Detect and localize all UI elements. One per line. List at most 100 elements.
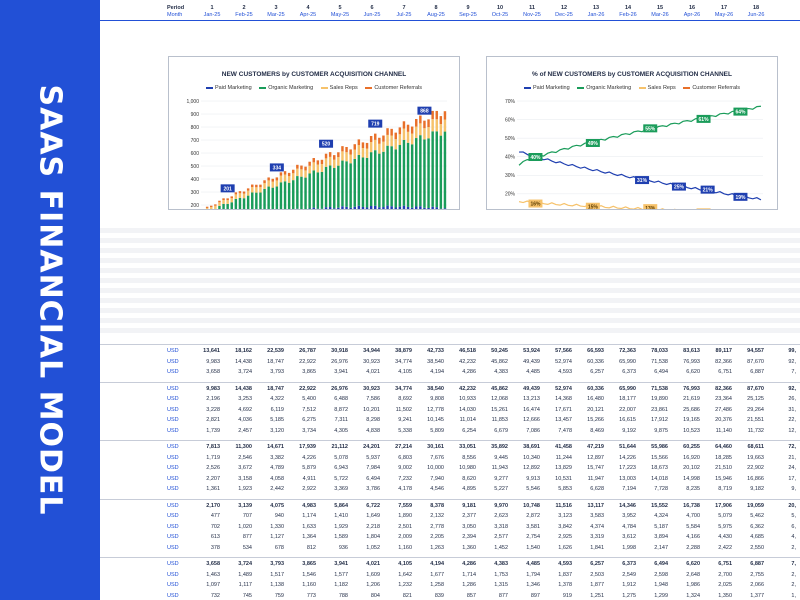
bar-segment-paid [415,206,418,209]
bar-segment-referrals [419,115,422,124]
bar-segment-referrals [259,184,262,188]
bar-segment-organic [427,138,430,208]
series-line-organic [518,105,762,166]
bar-segment-sales [410,133,414,145]
model-title: SAAS FINANCIAL MODEL [32,84,68,516]
data-label: 55% [645,126,656,132]
bar-segment-paid [361,206,365,209]
table-cell: 7, [791,369,796,375]
bar-segment-sales [415,126,418,139]
bar-segment-sales [251,187,254,193]
bar-segment-referrals [406,124,410,132]
bar-segment-referrals [369,136,373,143]
legend-label-paid: Paid Marketing [532,85,570,91]
bar-segment-organic [259,192,262,209]
bar-segment-organic [222,203,225,209]
bar-segment-sales [419,123,422,136]
header-divider [100,20,800,21]
data-label-box [696,208,711,209]
data-label: 19% [735,195,746,201]
bar-segment-paid [349,207,352,209]
bar-segment-sales [275,180,279,187]
bar-segment-referrals [427,119,430,128]
bar-segment-organic [382,151,385,208]
spreadsheet[interactable]: Period 1 2 3 4 5 6 7 8 9 10 11 12 13 14 15 16 17 18 Month… [100,0,800,600]
table-cell: 72, [788,444,796,450]
legend-item-paid: Paid Marketing [523,85,570,91]
row-currency-label: USD [167,369,179,375]
bar-segment-sales [296,168,299,177]
y-tick-label: 600 [191,151,200,157]
row-separator [100,440,800,441]
bar-segment-referrals [205,206,209,208]
bar-segment-paid [365,207,369,209]
legend-swatch-organic [577,86,585,89]
bar-segment-organic [415,138,418,207]
bar-segment-sales [324,158,328,167]
y-tick-label: 60% [505,117,516,123]
bar-segment-referrals [324,153,328,159]
bar-segment-sales [365,148,369,158]
table-row: USD 9,983 14,438 18,747 22,922 26,976 30,923 34… [100,357,800,367]
row-currency-label: USD [167,523,179,530]
bar-segment-organic [226,203,229,209]
bar-segment-referrals [238,191,242,194]
month-name: Jun-26 [747,12,765,18]
bar-segment-paid [324,207,328,209]
new-customers-chart[interactable]: -1002003004005006007008009001,0002013345… [168,56,460,210]
bar-segment-sales [439,124,443,136]
bar-segment-organic [287,182,291,209]
bar-segment-organic [349,163,352,208]
bar-segment-organic [242,198,246,209]
bar-segment-organic [320,171,324,209]
data-label: 40% [530,155,541,161]
bar-segment-sales [222,200,225,204]
hidden-row-stripe [100,268,800,273]
bar-segment-organic [361,157,365,207]
legend-label-sales: Sales Reps [647,85,676,91]
customer-share-chart[interactable]: 0%10%20%30%40%50%60%70%31%25%21%19%40%49… [486,56,778,210]
bar-segment-sales [402,128,406,140]
bar-segment-organic [398,145,402,207]
bar-segment-sales [226,200,229,204]
hidden-row-stripe [100,328,800,333]
bar-segment-organic [333,168,336,209]
table-cell: 5, [791,513,796,519]
bar-segment-sales [218,202,221,206]
bar-segment-referrals [263,180,266,184]
bar-segment-organic [402,139,406,206]
bar-segment-sales [283,174,287,182]
bar-segment-referrals [435,110,438,120]
table-cell: 12, [788,427,796,434]
bar-segment-referrals [353,144,356,150]
bar-segment-referrals [349,149,352,155]
bar-segment-sales [390,135,393,147]
y-tick-label: 40% [505,155,516,161]
data-label: 868 [420,109,429,115]
table-row: USD 2,207 3,158 4,058 4,911 5,722 6,494 7,232 7,… [100,474,800,484]
bar-segment-sales [349,154,352,164]
bar-segment-paid [398,206,402,209]
bar-segment-referrals [300,165,303,170]
bar-segment-organic [283,181,287,209]
bar-segment-referrals [439,116,443,125]
table-row: USD 2,821 4,036 5,185 6,275 7,311 8,298 9,241 10… [100,415,800,425]
bar-segment-referrals [275,177,279,181]
data-label: 61% [699,117,710,123]
bar-segment-sales [361,147,365,158]
bar-segment-paid [353,206,356,209]
table-cell: 2, [791,544,796,551]
bar-segment-sales [337,157,340,166]
bar-segment-organic [410,144,414,208]
bar-segment-organic [374,150,377,206]
bar-segment-referrals [292,169,295,174]
row-currency-label: USD [167,582,179,588]
y-tick-label: 20% [505,192,516,198]
bar-segment-paid [333,208,336,209]
table-row: USD 2,196 3,253 4,322 5,400 6,488 7,586 8,692 9,… [100,394,800,404]
data-label: 16% [530,202,541,208]
bar-segment-organic [308,173,311,209]
bar-segment-organic [304,177,307,209]
bar-segment-sales [214,205,217,209]
bar-segment-organic [423,139,426,208]
